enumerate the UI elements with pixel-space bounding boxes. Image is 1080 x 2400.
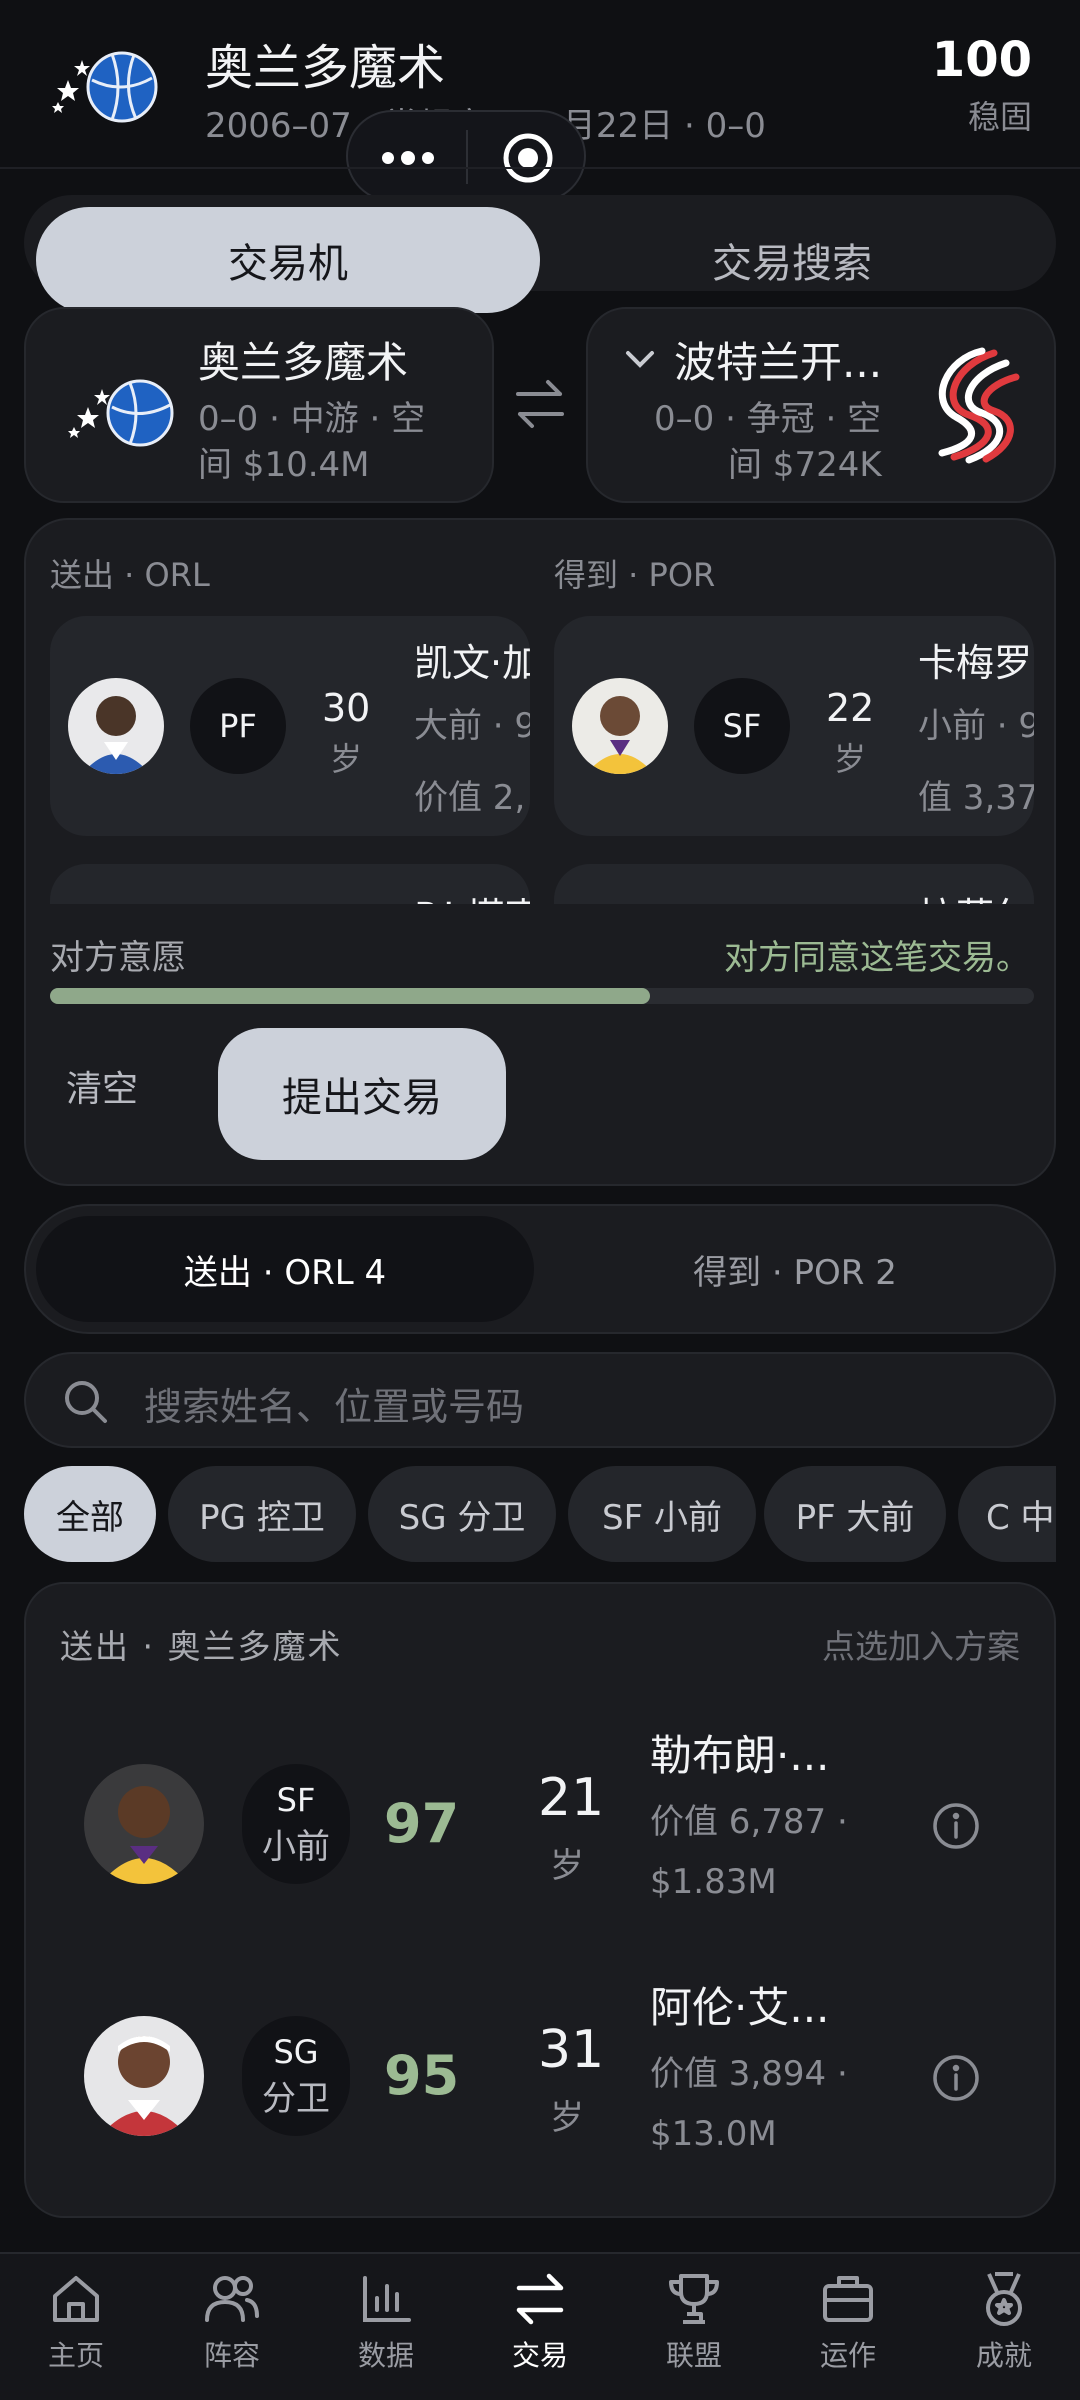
player-rating: 97 (384, 1792, 460, 1855)
player-rating: 95 (384, 2044, 460, 2107)
player-name: 凯文·加 (414, 641, 530, 685)
send-player-card[interactable]: PF 30 岁 凯文·加 大前 · 9 价值 2, (50, 616, 530, 836)
filter-sf[interactable]: SF 小前 (568, 1466, 756, 1562)
close-target-icon[interactable] (500, 130, 556, 186)
player-age-num: 22 (826, 686, 875, 730)
player-info-2: 价值 2, (414, 778, 526, 818)
player-age-unit: 岁 (834, 740, 867, 778)
filter-c[interactable]: C 中 (958, 1466, 1056, 1562)
position-badge: SF 小前 (242, 1764, 350, 1884)
team-card-right[interactable]: 波特兰开... 0–0 · 争冠 · 空 间 $724K (586, 307, 1056, 503)
rating-label: 稳固 (967, 98, 1032, 136)
nav-roster[interactable]: 阵容 (172, 2270, 292, 2380)
roster-panel: 送出 · 奥兰多魔术 点选加入方案 SF 小前 97 21 岁 勒布朗·... … (24, 1582, 1056, 2218)
team-left-info-2: 间 $10.4M (198, 445, 370, 485)
tab-get[interactable]: 得到 · POR 2 (546, 1216, 1044, 1322)
position-badge: SF (694, 678, 790, 774)
player-age: 31 (538, 2020, 605, 2080)
nav-trade[interactable]: 交易 (480, 2270, 600, 2380)
bar-chart-icon (363, 2276, 411, 2322)
team-left-info-1: 0–0 · 中游 · 空 (198, 399, 426, 439)
filter-row: 全部 PG 控卫 SG 分卫 SF 小前 PF 大前 C 中 (0, 1466, 1056, 1564)
player-salary: $13.0M (650, 2114, 777, 2154)
people-icon (205, 2276, 259, 2322)
rating-value: 100 (931, 32, 1032, 88)
player-value: 价值 6,787 · (650, 1802, 848, 1842)
more-icon[interactable] (378, 142, 438, 174)
filter-sg[interactable]: SG 分卫 (368, 1466, 556, 1562)
info-icon[interactable] (930, 2052, 982, 2104)
send-section-label: 送出 · ORL (50, 556, 210, 594)
player-name: 阿伦·艾... (650, 1983, 830, 2032)
willingness-text: 对方同意这笔交易。 (724, 938, 1030, 978)
position-badge: SG 分卫 (242, 2016, 350, 2136)
swap-icon (516, 2273, 564, 2325)
trade-panel: 送出 · ORL 得到 · POR PF 30 岁 凯文·加 大前 · 9 价值… (24, 518, 1056, 1186)
player-age-num: 30 (322, 686, 371, 730)
player-age-unit: 岁 (330, 740, 363, 778)
clear-button[interactable]: 清空 (66, 1060, 162, 1120)
home-icon (53, 2276, 99, 2322)
roster-hint: 点选加入方案 (822, 1627, 1020, 1666)
player-name: 卡梅罗· (918, 641, 1034, 685)
tab-trade-machine-label: 交易机 (228, 241, 348, 287)
briefcase-icon (823, 2276, 873, 2322)
chevron-down-icon[interactable] (624, 347, 656, 371)
player-info-2: 值 3,37 (918, 778, 1034, 818)
tab-trade-search[interactable]: 交易搜索 (540, 222, 1044, 298)
player-age-unit: 岁 (550, 1846, 584, 1886)
team-logo-orl (52, 40, 167, 130)
team-left-name: 奥兰多魔术 (198, 338, 409, 387)
avatar (84, 1764, 204, 1884)
team-logo-por (924, 345, 1024, 465)
player-value: 价值 3,894 · (650, 2054, 848, 2094)
willingness-bar-fill (50, 988, 651, 1004)
nav-operations[interactable]: 运作 (788, 2270, 908, 2380)
player-info-1: 大前 · 9 (414, 706, 530, 746)
tab-trade-search-label: 交易搜索 (712, 241, 872, 287)
player-info-1: 小前 · 9 (918, 706, 1034, 746)
position-badge: PF (190, 678, 286, 774)
nav-home[interactable]: 主页 (16, 2270, 136, 2380)
roster-title: 送出 · 奥兰多魔术 (60, 1627, 343, 1666)
propose-trade-button[interactable]: 提出交易 (218, 1028, 506, 1160)
nav-achievements[interactable]: 成就 (944, 2270, 1064, 2380)
avatar (84, 2016, 204, 2136)
team-logo-orl-small (62, 369, 192, 449)
swap-teams-icon[interactable] (512, 376, 568, 432)
player-salary: $1.83M (650, 1862, 777, 1902)
search-placeholder: 搜索姓名、位置或号码 (144, 1385, 525, 1429)
get-section-label: 得到 · POR (554, 556, 716, 594)
medal-icon (986, 2272, 1022, 2326)
team-right-info-1: 0–0 · 争冠 · 空 (654, 399, 882, 439)
trophy-icon (669, 2274, 719, 2324)
list-item[interactable]: SF 小前 97 21 岁 勒布朗·... 价值 6,787 · $1.83M (26, 1731, 1054, 1974)
tab-trade-machine[interactable]: 交易机 (36, 207, 540, 313)
filter-pf[interactable]: PF 大前 (764, 1466, 946, 1562)
tab-send[interactable]: 送出 · ORL 4 (36, 1216, 534, 1322)
search-icon (62, 1378, 110, 1426)
nav-stats[interactable]: 数据 (326, 2270, 446, 2380)
team-right-name: 波特兰开... (674, 338, 883, 387)
team-right-info-2: 间 $724K (728, 445, 882, 485)
list-item[interactable]: SG 分卫 95 31 岁 阿伦·艾... 价值 3,894 · $13.0M (26, 1983, 1054, 2216)
player-age: 21 (538, 1768, 605, 1828)
filter-all[interactable]: 全部 (24, 1466, 156, 1562)
search-input[interactable]: 搜索姓名、位置或号码 (24, 1352, 1056, 1448)
team-card-left[interactable]: 奥兰多魔术 0–0 · 中游 · 空 间 $10.4M (24, 307, 494, 503)
mini-program-capsule (346, 110, 586, 202)
info-icon[interactable] (930, 1800, 982, 1852)
get-player-card[interactable]: SF 22 岁 卡梅罗· 小前 · 9 值 3,37 (554, 616, 1034, 836)
player-name: 勒布朗·... (650, 1731, 830, 1780)
player-age-unit: 岁 (550, 2098, 584, 2138)
filter-pg[interactable]: PG 控卫 (168, 1466, 356, 1562)
willingness-bar (50, 988, 1034, 1004)
willingness-label: 对方意愿 (50, 938, 186, 978)
nav-league[interactable]: 联盟 (634, 2270, 754, 2380)
page-title: 奥兰多魔术 (205, 40, 446, 96)
avatar (572, 678, 668, 774)
avatar (68, 678, 164, 774)
